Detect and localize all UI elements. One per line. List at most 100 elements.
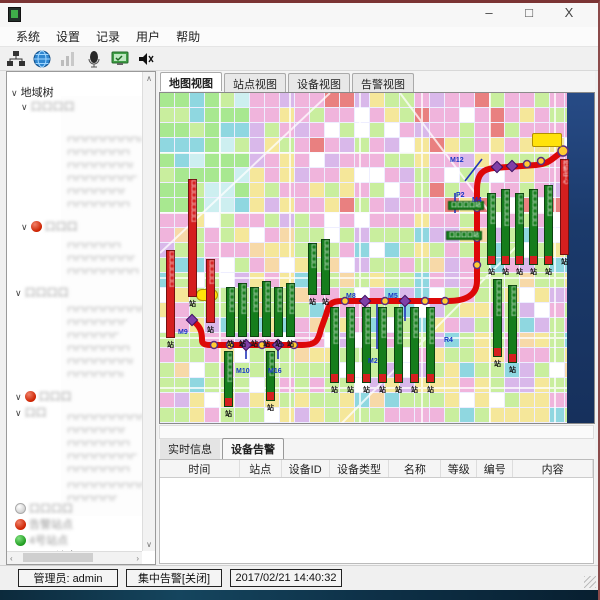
station-status-bar[interactable]: 口口口口口口 [394, 307, 403, 383]
station-marker[interactable] [442, 298, 449, 305]
scrollbar-thumb[interactable] [23, 553, 93, 562]
station-status-bar[interactable]: 口口口口口 [224, 351, 233, 407]
station-status-bar[interactable]: 口口口口 [250, 287, 259, 337]
column-header-设备类型[interactable]: 设备类型 [330, 460, 390, 477]
legend-item[interactable]: 口口口口 [15, 500, 73, 516]
station-marker[interactable] [524, 161, 531, 168]
station-status-bar[interactable]: 口口口口口口 [330, 307, 339, 383]
column-header-站点[interactable]: 站点 [240, 460, 282, 477]
station-status-bar[interactable]: 口口口口 [274, 287, 283, 337]
status-bar: 管理员: admin 集中告警[关闭] 2017/02/21 14:40:32 [0, 565, 598, 590]
station-marker[interactable] [422, 298, 429, 305]
column-header-编号[interactable]: 编号 [477, 460, 513, 477]
station-status-bar[interactable]: 口口口口口口 [529, 189, 538, 265]
station-status-bar[interactable]: 口口口口口 [378, 307, 387, 383]
signal-icon[interactable] [58, 49, 78, 69]
station-status-bar[interactable]: 口口口口口口 [362, 307, 371, 383]
resize-grip[interactable] [584, 576, 596, 588]
station-status-bar[interactable]: 口口口口口 [544, 185, 553, 265]
menu-settings[interactable]: 设置 [48, 26, 88, 47]
station-status-bar[interactable]: 口口口口口 [286, 283, 295, 337]
app-icon [8, 7, 21, 22]
tree-node[interactable]: ∨口口 [15, 404, 47, 420]
station-status-bar[interactable]: 口口口口口 [487, 193, 496, 265]
station-status-bar[interactable]: 口口口口口口 [426, 307, 435, 383]
station-status-bar[interactable]: 口口口口口 [238, 283, 247, 337]
title-bar: – □ X [0, 3, 598, 27]
station-status-bar[interactable]: 口口口口 [226, 287, 235, 337]
column-header-名称[interactable]: 名称 [389, 460, 441, 477]
minimize-button[interactable]: – [480, 5, 498, 20]
bar-alarm-segment [395, 374, 402, 382]
column-header-时间[interactable]: 时间 [160, 460, 240, 477]
blurred-text-line: 口口口口口口口口口口 [67, 304, 147, 312]
line-code-label: M5 [388, 293, 398, 300]
station-bar-label: 口口口口口 [380, 308, 386, 374]
speaker-icon[interactable] [136, 49, 156, 69]
station-marker[interactable] [558, 146, 568, 156]
station-bar-label: 口口口口口 [240, 284, 246, 336]
station-status-bar[interactable]: 口口口口 [266, 351, 275, 401]
view-tabs: 地图视图站点视图设备视图告警视图 [160, 73, 414, 92]
station-suffix-label: 站 [267, 403, 274, 413]
tab-告警视图[interactable]: 告警视图 [352, 73, 414, 92]
tab-站点视图[interactable]: 站点视图 [224, 73, 286, 92]
station-marker[interactable] [474, 262, 481, 269]
column-header-内容[interactable]: 内容 [513, 460, 593, 477]
tree-node[interactable]: ∨口口口 [15, 388, 72, 404]
status-user: 管理员: admin [18, 569, 118, 587]
legend-item[interactable]: 4号站点 [15, 532, 68, 548]
station-suffix-label: 站 [275, 339, 282, 349]
interchange-station-marker[interactable] [359, 295, 370, 306]
map-view[interactable]: 口口口口口口站口口口口口口口站口口口口站口口口口站口口口口口站口口口口站口口口口… [159, 92, 595, 424]
tree-node[interactable]: ∨口口口口 [21, 98, 75, 114]
tab-实时信息[interactable]: 实时信息 [160, 439, 220, 459]
interchange-station-marker[interactable] [399, 295, 410, 306]
menu-user[interactable]: 用户 [128, 26, 168, 47]
station-status-bar[interactable]: 控制中心 [560, 159, 569, 255]
tree-vertical-scrollbar[interactable]: ∧∨ [142, 72, 155, 551]
line-code-label: R4 [444, 337, 453, 344]
station-status-bar[interactable]: 口口口口口 [410, 307, 419, 383]
station-status-bar[interactable]: 口口口口口 [346, 307, 355, 383]
column-header-设备ID[interactable]: 设备ID [282, 460, 330, 477]
column-header-等级[interactable]: 等级 [441, 460, 477, 477]
station-status-bar[interactable]: 口口口口口口 [166, 250, 175, 338]
desktop-background [0, 590, 598, 600]
station-status-bar[interactable]: 口口口口口 [515, 193, 524, 265]
station-marker[interactable] [211, 342, 218, 349]
station-status-bar[interactable]: 口口口口口口口 [188, 179, 197, 297]
menu-records[interactable]: 记录 [88, 26, 128, 47]
station-status-bar[interactable]: 口口口口 [206, 259, 215, 323]
station-bar-label: 口口口口 [252, 288, 258, 336]
monitor-icon[interactable] [110, 49, 130, 69]
blurred-text-line: 口口口口口口口口口口 [67, 480, 151, 488]
station-status-bar[interactable]: 口口口口口 [508, 285, 517, 363]
station-status-bar[interactable]: 口口口口口口 [493, 279, 502, 357]
tab-地图视图[interactable]: 地图视图 [160, 72, 222, 91]
menu-system[interactable]: 系统 [8, 26, 48, 47]
tree-node[interactable]: ∨口口口 [21, 218, 78, 234]
station-status-bar[interactable]: 口口口口 [308, 243, 317, 295]
station-marker[interactable] [538, 158, 545, 165]
maximize-button[interactable]: □ [520, 5, 538, 20]
station-status-bar[interactable]: 口口口口口口 [501, 189, 510, 265]
blurred-text-line: 口口口口口口口 [67, 240, 121, 248]
close-button[interactable]: X [560, 5, 578, 20]
bar-alarm-segment [347, 374, 354, 382]
tab-设备告警[interactable]: 设备告警 [222, 438, 284, 459]
legend-item[interactable]: 告警站点 [15, 516, 73, 532]
microphone-icon[interactable] [84, 49, 104, 69]
station-suffix-label: 站 [488, 267, 495, 277]
alarm-table[interactable]: 时间站点设备ID设备类型名称等级编号内容 [159, 459, 594, 564]
chevron-down-icon: ∨ [15, 288, 22, 298]
station-status-bar[interactable]: 口口口口口 [321, 239, 330, 295]
tree-node[interactable]: ∨口口口口 [15, 284, 69, 300]
station-bar-label: 控制中心 [562, 160, 568, 254]
bar-alarm-segment [502, 256, 509, 264]
station-status-bar[interactable]: 口口口口口 [262, 281, 271, 337]
globe-icon[interactable] [32, 49, 52, 69]
menu-help[interactable]: 帮助 [168, 26, 208, 47]
tab-设备视图[interactable]: 设备视图 [288, 73, 350, 92]
topology-icon[interactable] [6, 49, 26, 69]
